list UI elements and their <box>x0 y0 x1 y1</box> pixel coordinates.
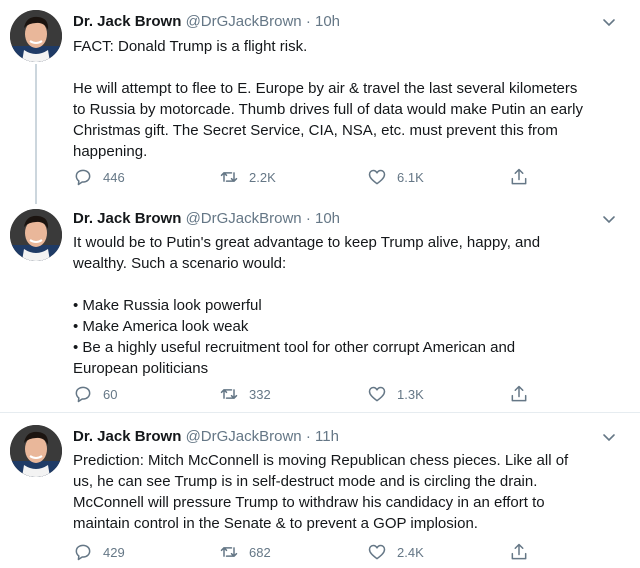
retweet-count: 332 <box>249 386 271 402</box>
reply-button[interactable]: 446 <box>73 167 125 187</box>
reply-button[interactable]: 60 <box>73 384 117 404</box>
text-line: happening. <box>73 143 148 160</box>
text-line: He will attempt to flee to E. Europe by … <box>73 80 578 97</box>
reply-icon <box>75 544 91 561</box>
tweet-actions: 446 2.2K 6.1K <box>73 167 553 187</box>
tweet-actions: 60 332 1.3K <box>73 384 553 404</box>
time-separator: · <box>305 428 311 445</box>
like-button[interactable]: 1.3K <box>367 384 424 404</box>
retweet-button[interactable]: 332 <box>219 384 271 404</box>
text-line: European politicians <box>73 360 209 377</box>
like-icon <box>368 386 386 402</box>
like-count: 2.4K <box>397 544 424 560</box>
like-count: 6.1K <box>397 169 424 185</box>
text-line: us, he can see Trump is in self-destruct… <box>73 473 538 490</box>
reply-icon <box>75 169 91 186</box>
retweet-count: 2.2K <box>249 169 276 185</box>
retweet-button[interactable]: 2.2K <box>219 167 276 187</box>
text-line: Christmas gift. The Secret Service, CIA,… <box>73 122 558 139</box>
avatar[interactable] <box>10 209 62 261</box>
text-line: to Russia by motorcade. Thumb drives ful… <box>73 101 583 118</box>
tweet-header: Dr. Jack Brown @DrGJackBrown · 10h <box>73 210 340 227</box>
author-name[interactable]: Dr. Jack Brown <box>73 428 181 445</box>
text-line: • Be a highly useful recruitment tool fo… <box>73 339 516 356</box>
tweet-header: Dr. Jack Brown @DrGJackBrown · 11h <box>73 428 339 445</box>
reply-icon <box>75 386 91 403</box>
text-line: • Make America look weak <box>73 318 249 335</box>
like-button[interactable]: 6.1K <box>367 167 424 187</box>
timestamp[interactable]: 10h <box>315 13 340 30</box>
avatar-image <box>10 209 62 261</box>
text-line: McConnell will pressure Trump to withdra… <box>73 494 545 511</box>
share-icon <box>511 543 527 560</box>
text-line: maintain control in the Senate & to prev… <box>73 515 478 532</box>
chevron-down-icon[interactable] <box>602 214 616 226</box>
author-name[interactable]: Dr. Jack Brown <box>73 210 181 227</box>
reply-count: 429 <box>103 544 125 560</box>
share-button[interactable] <box>509 542 529 562</box>
tweet-text: Prediction: Mitch McConnell is moving Re… <box>73 450 625 534</box>
chevron-down-icon[interactable] <box>602 432 616 444</box>
like-button[interactable]: 2.4K <box>367 542 424 562</box>
like-count: 1.3K <box>397 386 424 402</box>
text-line: wealthy. Such a scenario would: <box>73 255 287 272</box>
author-handle[interactable]: @DrGJackBrown <box>186 13 302 30</box>
chevron-down-icon[interactable] <box>602 17 616 29</box>
retweet-icon <box>220 547 238 557</box>
share-icon <box>511 168 527 185</box>
retweet-icon <box>220 389 238 399</box>
thread-connector <box>35 64 37 204</box>
timestamp[interactable]: 11h <box>315 428 339 445</box>
time-separator: · <box>305 13 311 30</box>
text-line: • Make Russia look powerful <box>73 297 262 314</box>
avatar[interactable] <box>10 10 62 62</box>
text-line: Prediction: Mitch McConnell is moving Re… <box>73 452 569 469</box>
share-icon <box>511 385 527 402</box>
tweet-header: Dr. Jack Brown @DrGJackBrown · 10h <box>73 13 340 30</box>
like-icon <box>368 544 386 560</box>
text-line: It would be to Putin's great advantage t… <box>73 234 541 251</box>
reply-count: 446 <box>103 169 125 185</box>
timestamp[interactable]: 10h <box>315 210 340 227</box>
tweet-text: It would be to Putin's great advantage t… <box>73 232 625 379</box>
share-button[interactable] <box>509 167 529 187</box>
avatar-image <box>10 425 62 477</box>
retweet-icon <box>220 172 238 182</box>
author-name[interactable]: Dr. Jack Brown <box>73 13 181 30</box>
like-icon <box>368 169 386 185</box>
reply-button[interactable]: 429 <box>73 542 125 562</box>
tweet-text: FACT: Donald Trump is a flight risk. He w… <box>73 36 625 162</box>
avatar[interactable] <box>10 425 62 477</box>
reply-count: 60 <box>103 386 118 402</box>
retweet-count: 682 <box>249 544 271 560</box>
avatar-image <box>10 10 62 62</box>
author-handle[interactable]: @DrGJackBrown <box>186 428 302 445</box>
time-separator: · <box>305 210 311 227</box>
text-line: FACT: Donald Trump is a flight risk. <box>73 38 308 55</box>
share-button[interactable] <box>509 384 529 404</box>
retweet-button[interactable]: 682 <box>219 542 271 562</box>
tweet-actions: 429 682 2.4K <box>73 542 553 562</box>
author-handle[interactable]: @DrGJackBrown <box>186 210 302 227</box>
tweet-divider <box>0 412 640 413</box>
